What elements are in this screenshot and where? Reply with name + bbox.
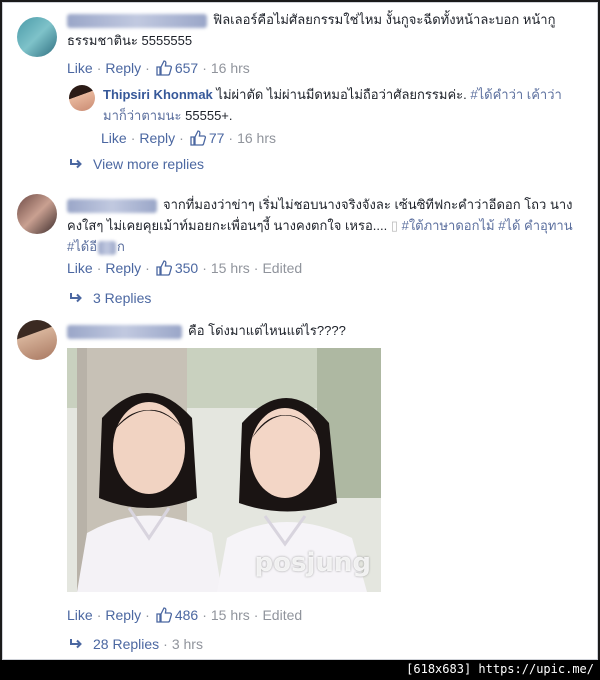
- photo-watermark: posjung: [254, 548, 372, 578]
- avatar[interactable]: [17, 320, 57, 360]
- reply-arrow-icon: [70, 159, 82, 169]
- reply-text: Thipsiri Khonmak ไม่ผ่าตัด ไม่ผ่านมีดหมอ…: [103, 87, 562, 123]
- timestamp[interactable]: 15 hrs: [211, 260, 250, 276]
- image-host-footer: [618x683] https://upic.me/: [0, 660, 600, 680]
- comment-actions: Like · Reply · 350 · 15 hrs · Edited: [67, 260, 303, 276]
- footer-text[interactable]: [618x683] https://upic.me/: [406, 662, 594, 676]
- comment-text: คือ โด่งมาแต่ไหนแต่ไร????: [67, 320, 577, 341]
- avatar[interactable]: [17, 17, 57, 57]
- blurred-author-name[interactable]: [67, 324, 182, 339]
- reply-link[interactable]: Reply: [105, 260, 141, 276]
- like-count[interactable]: 486: [175, 607, 198, 623]
- reply-link[interactable]: Reply: [139, 130, 175, 146]
- comment-actions: Like · Reply · 657 · 16 hrs: [67, 60, 250, 76]
- comment-text: ฟิลเลอร์คือไม่ศัลยกรรมใช่ไหม งั้นกูจะฉีด…: [67, 12, 556, 48]
- thumbs-up-icon[interactable]: [190, 130, 206, 146]
- timestamp[interactable]: 3 hrs: [172, 636, 203, 652]
- reply-author-name[interactable]: Thipsiri Khonmak: [103, 87, 213, 102]
- thumbs-up-icon[interactable]: [156, 260, 172, 276]
- reply-avatar[interactable]: [69, 85, 95, 111]
- like-count[interactable]: 77: [209, 130, 225, 146]
- reply-link[interactable]: Reply: [105, 607, 141, 623]
- timestamp[interactable]: 16 hrs: [211, 60, 250, 76]
- like-link[interactable]: Like: [67, 260, 93, 276]
- like-link[interactable]: Like: [67, 607, 93, 623]
- like-count[interactable]: 350: [175, 260, 198, 276]
- thumbs-up-icon[interactable]: [156, 60, 172, 76]
- edited-label[interactable]: Edited: [262, 260, 302, 276]
- comments-panel: ฟิลเลอร์คือไม่ศัลยกรรมใช่ไหม งั้นกูจะฉีด…: [2, 2, 598, 660]
- like-link[interactable]: Like: [101, 130, 127, 146]
- view-more-replies-link[interactable]: View more replies: [69, 156, 204, 172]
- view-replies-link[interactable]: 3 Replies: [69, 290, 151, 306]
- comment-actions: Like · Reply · 486 · 15 hrs · Edited: [67, 607, 303, 623]
- reply-link[interactable]: Reply: [105, 60, 141, 76]
- comment-photo[interactable]: posjung: [67, 348, 381, 592]
- timestamp[interactable]: 16 hrs: [237, 130, 276, 146]
- reply-actions: Like · Reply · 77 · 16 hrs: [101, 130, 276, 146]
- thumbs-up-icon[interactable]: [156, 607, 172, 623]
- timestamp[interactable]: 15 hrs: [211, 607, 250, 623]
- blurred-author-name[interactable]: [67, 198, 157, 213]
- avatar[interactable]: [17, 194, 57, 234]
- comment-text: จากที่มองว่าข่าๆ เริ่มไม่ชอบนางจริงจังละ…: [67, 197, 573, 255]
- blurred-author-name[interactable]: [67, 13, 207, 28]
- reply-arrow-icon: [70, 639, 82, 649]
- view-replies-link[interactable]: 28 Replies · 3 hrs: [69, 636, 203, 652]
- edited-label[interactable]: Edited: [262, 607, 302, 623]
- like-count[interactable]: 657: [175, 60, 198, 76]
- reply-arrow-icon: [70, 293, 82, 303]
- like-link[interactable]: Like: [67, 60, 93, 76]
